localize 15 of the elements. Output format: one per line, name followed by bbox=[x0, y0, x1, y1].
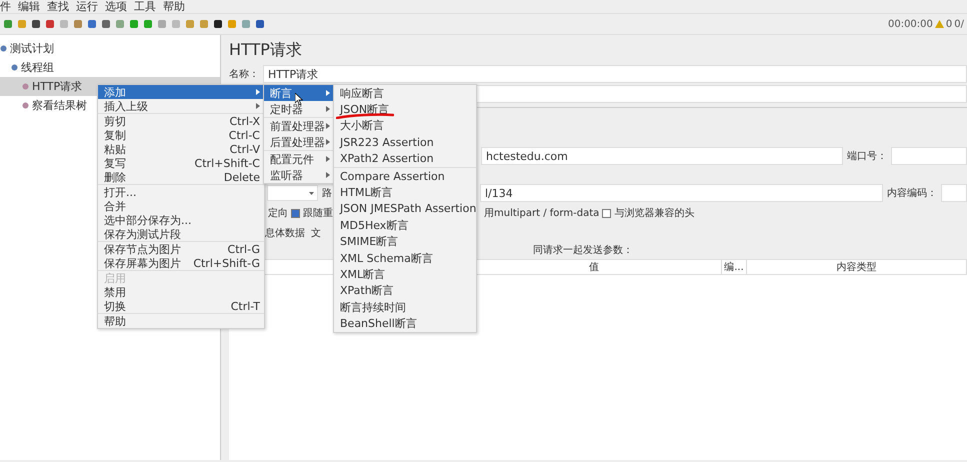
option-label: 与浏览器兼容的头 bbox=[614, 206, 694, 220]
column-header: 内容类型 bbox=[746, 260, 966, 274]
option-label: 用multipart / form-data bbox=[484, 207, 600, 220]
thread-count: 0/ bbox=[954, 18, 964, 30]
panel-title: HTTP请求 bbox=[229, 40, 303, 61]
option-label: 定向 bbox=[268, 206, 288, 220]
column-header: 编... bbox=[721, 260, 746, 274]
port-label: 端口号： bbox=[847, 150, 887, 163]
path-label: 路 bbox=[322, 187, 332, 200]
name-label: 名称： bbox=[229, 68, 259, 81]
option-label: 跟随重 bbox=[303, 206, 333, 220]
elapsed-time: 00:00:00 bbox=[888, 18, 933, 30]
params-title: 同请求一起发送参数： bbox=[533, 245, 633, 256]
warning-count: 0 bbox=[946, 18, 952, 30]
encoding-label: 内容编码： bbox=[887, 186, 937, 200]
